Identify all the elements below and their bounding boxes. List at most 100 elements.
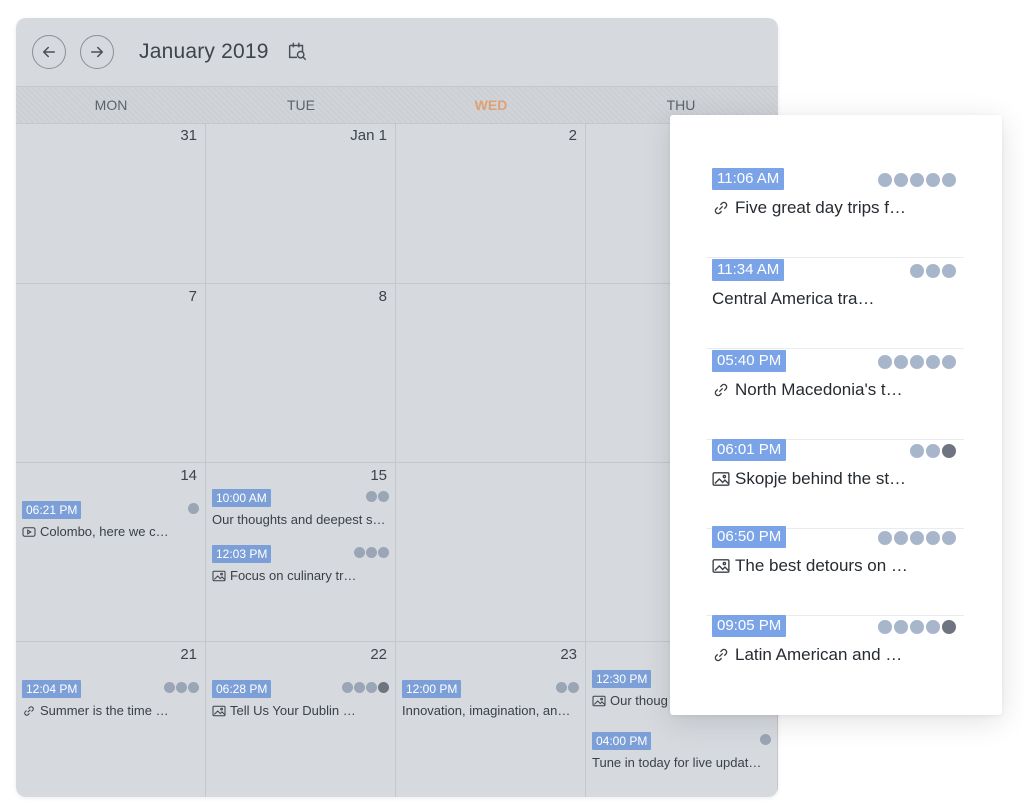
linkedin-icon [366, 682, 377, 693]
social-network-icons [164, 682, 199, 694]
day-cell[interactable]: 23 12:00 PM Innovation, imagination, an… [396, 642, 586, 797]
facebook-icon [878, 620, 892, 634]
social-network-icons [910, 264, 956, 278]
calendar-event[interactable]: 06:21 PM Colombo, here we c… [22, 501, 199, 539]
facebook-icon [354, 547, 365, 558]
facebook-icon [878, 531, 892, 545]
day-cell[interactable] [396, 463, 586, 642]
google-icon [942, 355, 956, 369]
social-network-icons [910, 444, 956, 458]
event-title: Tell Us Your Dublin … [212, 703, 389, 718]
twitter-icon [568, 682, 579, 693]
twitter-icon [176, 682, 187, 693]
day-events-popover: 11:06 AM Five great day trips f… 11:34 AM C… [670, 115, 1002, 715]
day-cell[interactable]: 8 [206, 284, 396, 463]
social-network-icons [878, 355, 956, 369]
linkedin-icon [942, 264, 956, 278]
popover-event-item[interactable]: 11:34 AM Central America tra… [706, 259, 964, 349]
day-number: 23 [560, 646, 577, 663]
event-title-text: Our thoughts and deepest s… [212, 512, 386, 527]
calendar-search-icon[interactable] [286, 40, 308, 62]
popover-event-time: 06:50 PM [712, 526, 787, 548]
day-cell[interactable]: 2 [396, 123, 586, 284]
event-title: Summer is the time … [22, 703, 199, 718]
day-number: 8 [378, 288, 387, 305]
twitter-icon [926, 444, 940, 458]
event-time-badge: 12:30 PM [592, 670, 652, 688]
event-time-badge: 12:00 PM [402, 680, 462, 698]
linkedin-icon [910, 173, 924, 187]
twitter-icon [354, 682, 365, 693]
calendar-header: January 2019 [16, 18, 778, 86]
twitter-icon [894, 620, 908, 634]
buffer-icon [926, 173, 940, 187]
calendar-event[interactable]: 04:00 PM Tune in today for live updat… [592, 732, 771, 770]
next-month-button[interactable] [80, 35, 114, 69]
weekday-wed: WED [474, 97, 508, 113]
twitter-icon [378, 491, 389, 502]
popover-event-time: 11:34 AM [712, 259, 785, 281]
day-number: 22 [370, 646, 387, 663]
event-time-badge: 04:00 PM [592, 732, 652, 750]
social-network-icons [188, 503, 199, 515]
day-cell[interactable]: Jan 1 [206, 123, 396, 284]
popover-event-item[interactable]: 09:05 PM Latin American and … [706, 615, 964, 705]
linkedin-icon [910, 620, 924, 634]
popover-event-item[interactable]: 06:50 PM The best detours on … [706, 526, 964, 616]
social-network-icons [760, 734, 771, 746]
day-number: 15 [370, 467, 387, 484]
event-title-text: Our thoug [610, 693, 668, 708]
link-icon [714, 648, 728, 662]
calendar-event[interactable]: 12:03 PM Focus on culinary tr… [212, 545, 389, 583]
day-cell[interactable]: 22 06:28 PM Tell Us Your Dublin … [206, 642, 396, 797]
event-time-badge: 06:28 PM [212, 680, 272, 698]
event-title: Innovation, imagination, an… [402, 703, 579, 718]
facebook-icon [164, 682, 175, 693]
event-title-text: Focus on culinary tr… [230, 568, 357, 583]
popover-event-title-text: The best detours on … [735, 556, 908, 575]
popover-event-title-text: Skopje behind the st… [735, 469, 907, 488]
calendar-event[interactable]: 06:28 PM Tell Us Your Dublin … [212, 680, 389, 718]
social-network-icons [556, 682, 579, 694]
social-network-icons [342, 682, 389, 694]
day-cell[interactable]: 14 06:21 PM Colombo, here we c… [16, 463, 206, 642]
popover-event-title: North Macedonia's t… [712, 380, 903, 400]
facebook-icon [760, 734, 771, 745]
day-cell[interactable]: 7 [16, 284, 206, 463]
facebook-icon [342, 682, 353, 693]
google-icon [942, 531, 956, 545]
twitter-icon [188, 503, 199, 514]
day-cell[interactable]: 21 12:04 PM Summer is the time … [16, 642, 206, 797]
event-time-badge: 10:00 AM [212, 489, 271, 507]
twitter-icon [366, 547, 377, 558]
previous-month-button[interactable] [32, 35, 66, 69]
month-title: January 2019 [139, 40, 269, 63]
popover-event-title-text: Central America tra… [712, 289, 875, 308]
facebook-icon [910, 264, 924, 278]
link-icon [714, 201, 728, 215]
calendar-event[interactable]: 12:00 PM Innovation, imagination, an… [402, 680, 579, 718]
calendar-event[interactable]: 12:04 PM Summer is the time … [22, 680, 199, 718]
event-title: Focus on culinary tr… [212, 568, 389, 583]
event-title-text: Summer is the time … [40, 703, 169, 718]
instagram-icon [378, 682, 389, 693]
image-icon [712, 472, 730, 486]
day-number: Jan 1 [350, 127, 387, 144]
social-network-icons [354, 547, 389, 559]
popover-event-item[interactable]: 05:40 PM North Macedonia's t… [706, 350, 964, 440]
day-cell[interactable]: 31 [16, 123, 206, 284]
twitter-icon [926, 264, 940, 278]
popover-event-item[interactable]: 11:06 AM Five great day trips f… [706, 168, 964, 258]
popover-event-title: The best detours on … [712, 556, 908, 576]
facebook-icon [556, 682, 567, 693]
calendar: January 2019 MON TUE WED THU 31 Jan 1 2 7 8 1… [16, 18, 778, 797]
facebook-icon [366, 491, 377, 502]
facebook-icon [910, 444, 924, 458]
day-cell[interactable]: 15 10:00 AM Our thoughts and deepest s… 12:… [206, 463, 396, 642]
popover-event-item[interactable]: 06:01 PM Skopje behind the st… [706, 439, 964, 529]
buffer-icon [926, 355, 940, 369]
calendar-event[interactable]: 10:00 AM Our thoughts and deepest s… [212, 489, 389, 527]
event-title: Our thoughts and deepest s… [212, 512, 389, 527]
day-cell[interactable] [396, 284, 586, 463]
twitter-icon [894, 173, 908, 187]
